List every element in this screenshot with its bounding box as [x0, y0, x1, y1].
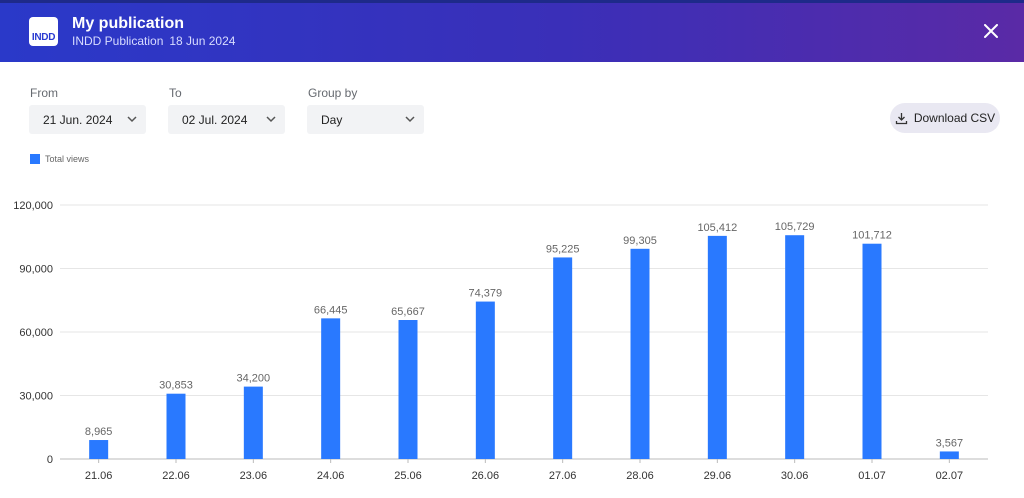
bar	[939, 451, 959, 459]
x-tick-label: 26.06	[472, 470, 500, 482]
bar-data-label: 74,379	[469, 288, 503, 300]
x-tick-label: 29.06	[704, 470, 732, 482]
x-tick-label: 27.06	[549, 470, 577, 482]
bar	[630, 248, 650, 459]
bar-data-label: 30,853	[159, 380, 193, 392]
bar	[785, 235, 805, 459]
views-bar-chart: 0 30,000 60,000 90,000 120,000 8,965 21.06 30,8…	[13, 200, 988, 482]
bar	[398, 320, 418, 459]
x-tick-label: 25.06	[394, 470, 422, 482]
x-tick-label: 28.06	[626, 470, 654, 482]
y-tick-label: 30,000	[19, 391, 53, 403]
bar-data-label: 101,712	[852, 230, 892, 242]
bar-data-label: 66,445	[314, 304, 348, 316]
y-tick-label: 60,000	[19, 327, 53, 339]
y-tick-label: 120,000	[13, 200, 53, 212]
y-tick-label: 0	[47, 454, 53, 466]
bar	[707, 235, 727, 459]
x-tick-label: 23.06	[240, 470, 268, 482]
bar-data-label: 105,729	[775, 221, 815, 233]
bar-data-label: 34,200	[237, 373, 271, 385]
bar-data-label: 99,305	[623, 235, 657, 247]
x-tick-label: 24.06	[317, 470, 345, 482]
x-tick-label: 22.06	[162, 470, 190, 482]
bar-data-label: 65,667	[391, 306, 425, 318]
x-tick-label: 01.07	[858, 470, 886, 482]
x-tick-label: 30.06	[781, 470, 809, 482]
bar-data-label: 105,412	[697, 222, 737, 234]
x-tick-label: 21.06	[85, 470, 113, 482]
bar	[166, 393, 186, 459]
bar	[321, 318, 341, 459]
bar	[89, 440, 109, 459]
bar	[243, 386, 263, 459]
y-tick-label: 90,000	[19, 264, 53, 276]
bar	[553, 257, 573, 459]
bar	[475, 301, 495, 459]
x-tick-label: 02.07	[936, 470, 964, 482]
bar	[862, 243, 882, 459]
bar-data-label: 95,225	[546, 243, 580, 255]
bar-data-label: 8,965	[85, 426, 113, 438]
bar-data-label: 3,567	[936, 437, 964, 449]
